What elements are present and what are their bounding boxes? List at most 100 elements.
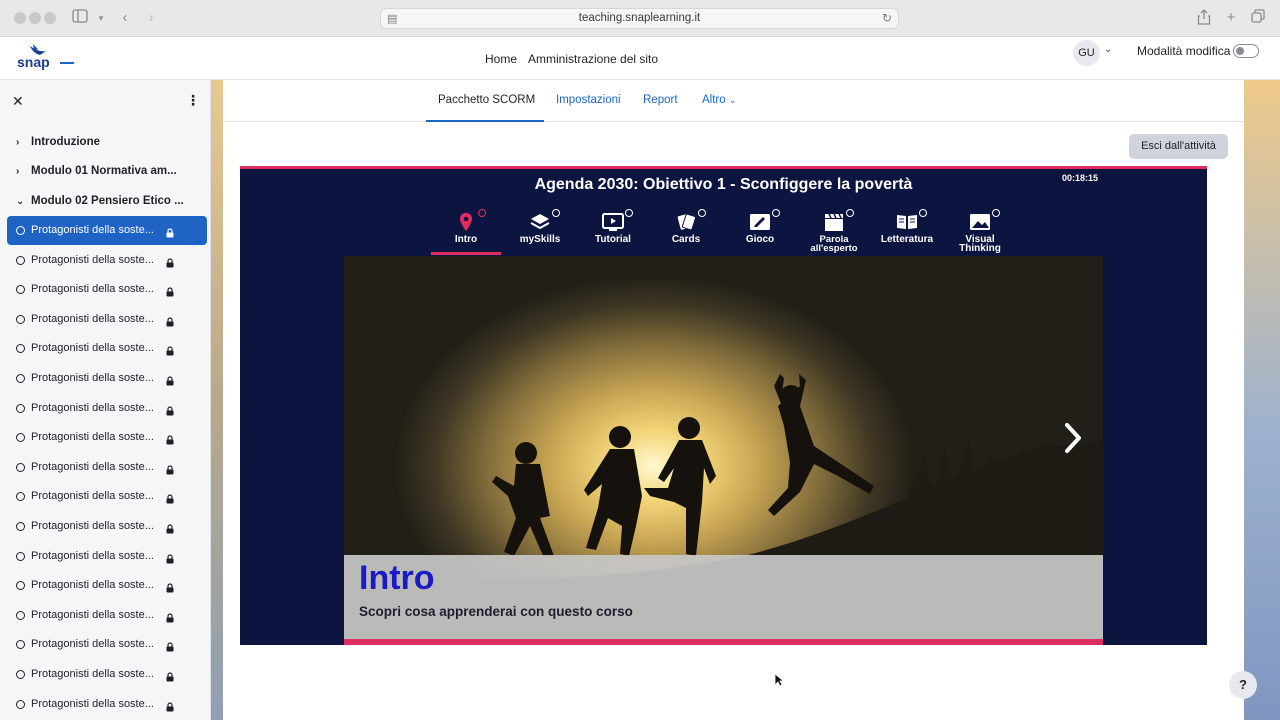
activity-label: Protagonisti della soste... xyxy=(31,668,154,680)
activity-label: Protagonisti della soste... xyxy=(31,549,154,562)
player-nav-visual-thinking[interactable]: Visual Thinking xyxy=(944,209,1016,254)
window-close-dot[interactable] xyxy=(14,12,26,24)
sidebar-activity-item[interactable]: Protagonisti della soste... xyxy=(7,542,207,571)
exit-activity-button[interactable]: Esci dall'attività xyxy=(1129,134,1228,159)
forward-icon[interactable]: › xyxy=(142,9,160,27)
player-nav-letteratura[interactable]: Letteratura xyxy=(871,209,943,245)
lock-icon xyxy=(166,255,174,268)
player-nav-tutorial[interactable]: Tutorial xyxy=(577,209,649,245)
reload-icon[interactable]: ↻ xyxy=(882,11,892,25)
lock-icon xyxy=(166,225,174,238)
sidebar-activity-item[interactable]: Protagonisti della soste... xyxy=(7,246,207,275)
next-slide-arrow-icon[interactable] xyxy=(1061,421,1085,455)
share-icon[interactable] xyxy=(1195,9,1213,27)
activity-label: Protagonisti della soste... xyxy=(31,520,154,532)
sidebar-activity-item[interactable]: Protagonisti della soste... xyxy=(7,305,207,334)
sidebar-activity-item[interactable]: Protagonisti della soste... xyxy=(7,571,207,600)
activity-label: Protagonisti della soste... xyxy=(31,312,154,325)
sidebar-activity-item[interactable]: Protagonisti della soste... xyxy=(7,690,207,719)
cards-icon xyxy=(675,209,706,232)
slide-title: Intro xyxy=(359,559,435,597)
nav-label: Visual Thinking xyxy=(959,234,1001,254)
sidebar-activity-item[interactable]: Protagonisti della soste... xyxy=(7,601,207,630)
player-nav-active-indicator xyxy=(431,252,501,255)
window-minimize-dot[interactable] xyxy=(29,12,41,24)
status-ring-icon xyxy=(552,209,560,217)
back-icon[interactable]: ‹ xyxy=(116,9,134,27)
completion-circle-icon xyxy=(16,581,25,591)
nav-link-home[interactable]: Home xyxy=(485,52,517,66)
address-bar[interactable]: ▤ teaching.snaplearning.it ↻ xyxy=(380,8,899,29)
sidebar-toggle-icon[interactable] xyxy=(71,9,89,27)
tab-pacchetto-scorm[interactable]: Pacchetto SCORM xyxy=(438,94,535,106)
sidebar-activity-item[interactable]: Protagonisti della soste... xyxy=(7,512,207,541)
tab-overview-icon[interactable] xyxy=(1249,9,1267,27)
activity-label: Protagonisti della soste... xyxy=(31,460,154,473)
tab-altro[interactable]: Altro ⌄ xyxy=(702,94,736,106)
page-background-left xyxy=(211,80,223,720)
close-icon[interactable]: ✕ xyxy=(12,93,24,110)
completion-circle-icon xyxy=(16,492,25,502)
chevron-down-icon[interactable]: ⌄ xyxy=(16,196,31,207)
sidebar-activity-item[interactable]: Protagonisti della soste... xyxy=(7,660,207,689)
activity-label: Protagonisti della soste... xyxy=(31,253,154,266)
chevron-down-icon[interactable]: ▾ xyxy=(92,9,110,27)
nav-link-site-admin[interactable]: Amministrazione del sito xyxy=(528,52,658,66)
image-icon xyxy=(969,209,1000,232)
help-button[interactable]: ? xyxy=(1229,671,1257,699)
chevron-right-icon[interactable]: › xyxy=(16,137,31,148)
tab-report[interactable]: Report xyxy=(643,94,678,106)
activity-label: Protagonisti della soste... xyxy=(31,372,154,384)
activity-label: Protagonisti della soste... xyxy=(31,283,154,296)
sidebar-activity-item[interactable]: Protagonisti della soste... xyxy=(7,364,207,393)
section-modulo-02[interactable]: ⌄ Modulo 02 Pensiero Etico ... xyxy=(16,195,184,207)
snap-logo[interactable]: snap xyxy=(16,42,78,72)
lock-icon xyxy=(166,314,174,327)
sidebar-activity-item[interactable]: Protagonisti della soste... xyxy=(7,394,207,423)
chevron-right-icon[interactable]: › xyxy=(16,166,31,177)
completion-circle-icon xyxy=(16,522,25,531)
player-nav-gioco[interactable]: Gioco xyxy=(724,209,796,245)
completion-circle-icon xyxy=(16,640,25,650)
url-text: teaching.snaplearning.it xyxy=(578,12,701,24)
status-ring-icon xyxy=(772,209,780,217)
chevron-down-icon: ⌄ xyxy=(728,95,737,105)
status-ring-icon xyxy=(698,209,706,217)
lock-icon xyxy=(166,462,174,475)
lock-icon xyxy=(166,491,174,504)
sidebar-activity-item[interactable]: Protagonisti della soste... xyxy=(7,453,207,482)
new-tab-icon[interactable]: + xyxy=(1222,9,1240,27)
sidebar-activity-item[interactable]: Protagonisti della soste... xyxy=(7,334,207,363)
edit-mode-toggle[interactable] xyxy=(1233,44,1259,58)
browser-toolbar: ▾ ‹ › ▤ teaching.snaplearning.it ↻ + xyxy=(0,0,1280,37)
player-nav-myskills[interactable]: mySkills xyxy=(504,209,576,245)
nav-label: Tutorial xyxy=(595,234,631,245)
player-nav-cards[interactable]: Cards xyxy=(650,209,722,245)
sidebar-activity-item[interactable]: Protagonisti della soste... xyxy=(7,482,207,511)
svg-text:snap: snap xyxy=(17,54,50,70)
player-nav-intro[interactable]: Intro xyxy=(430,209,502,245)
lock-icon xyxy=(166,373,174,386)
chevron-down-icon[interactable]: ⌄ xyxy=(1104,44,1112,55)
window-zoom-dot[interactable] xyxy=(44,12,56,24)
slide-caption-panel: Intro Scopri cosa apprenderai con questo… xyxy=(344,555,1103,639)
sidebar-activity-item[interactable]: Protagonisti della soste... xyxy=(7,216,207,245)
lock-icon xyxy=(166,610,174,623)
player-nav-parola-esperto[interactable]: Parola all'esperto xyxy=(798,209,870,253)
sidebar-activity-item[interactable]: Protagonisti della soste... xyxy=(7,423,207,452)
activity-label: Protagonisti della soste... xyxy=(31,579,154,592)
tab-impostazioni[interactable]: Impostazioni xyxy=(556,94,621,106)
tab-altro-label: Altro xyxy=(702,94,726,106)
section-label: Introduzione xyxy=(31,136,100,148)
more-options-icon[interactable]: ⋮ xyxy=(186,92,200,109)
status-ring-icon xyxy=(846,209,854,217)
main-content: Pacchetto SCORM Impostazioni Report Altr… xyxy=(223,80,1257,720)
section-modulo-01[interactable]: › Modulo 01 Normativa am... xyxy=(16,165,177,177)
completion-circle-icon xyxy=(16,344,25,354)
sidebar-activity-item[interactable]: Protagonisti della soste... xyxy=(7,275,207,304)
user-avatar[interactable]: GU xyxy=(1073,40,1100,66)
section-introduzione[interactable]: › Introduzione xyxy=(16,136,100,148)
video-play-icon xyxy=(602,209,633,232)
lock-icon xyxy=(166,403,174,416)
sidebar-activity-item[interactable]: Protagonisti della soste... xyxy=(7,630,207,659)
